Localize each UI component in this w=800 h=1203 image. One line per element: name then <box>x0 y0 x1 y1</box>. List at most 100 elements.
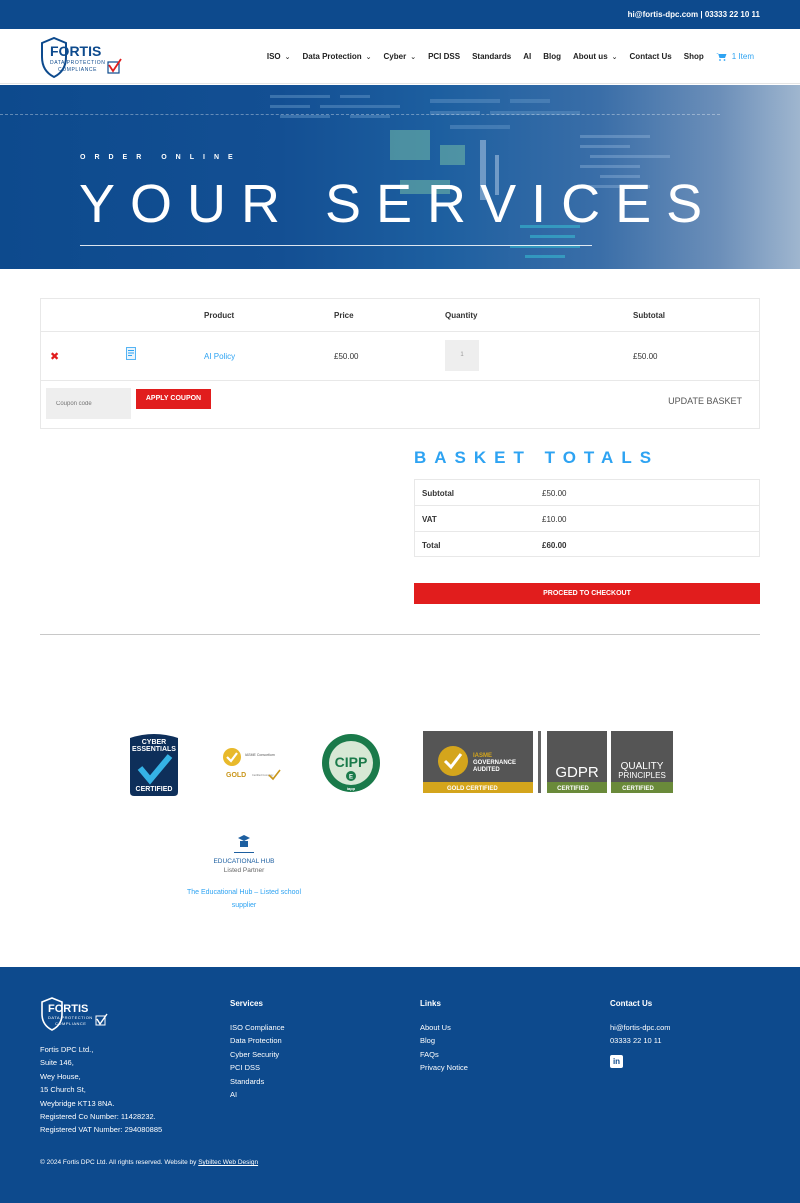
document-thumbnail-icon[interactable] <box>126 347 136 360</box>
footer-email[interactable]: hi@fortis-dpc.com <box>610 1021 671 1034</box>
address-line: 15 Church St, <box>40 1085 86 1095</box>
copyright-text: © 2024 Fortis DPC Ltd. All rights reserv… <box>40 1159 197 1166</box>
footer-link[interactable]: Blog <box>420 1034 468 1047</box>
totals-label: Subtotal <box>422 489 454 498</box>
footer-link[interactable]: Standards <box>230 1075 285 1088</box>
col-subtotal: Subtotal <box>633 311 665 320</box>
address-line: Fortis DPC Ltd., <box>40 1045 94 1054</box>
footer-link[interactable]: Privacy Notice <box>420 1061 468 1074</box>
cipp-sub: E <box>349 775 353 781</box>
address-line: Wey House, <box>40 1071 81 1081</box>
cipp-badge[interactable]: CIPP E iapp <box>320 733 382 793</box>
footer-link[interactable]: AI <box>230 1088 285 1101</box>
cart-icon <box>715 53 727 61</box>
col-price: Price <box>334 311 354 320</box>
educational-hub-link[interactable]: The Educational Hub – Listed school supp… <box>180 886 308 912</box>
chevron-down-icon: ⌄ <box>410 53 417 61</box>
nav-blog[interactable]: Blog <box>543 52 561 61</box>
top-bar: hi@fortis-dpc.com | 03333 22 10 11 <box>0 0 800 29</box>
gdpr-foot: CERTIFIED <box>557 786 589 792</box>
totals-value: £60.00 <box>542 541 567 550</box>
cyber-line2: ESSENTIALS <box>132 746 176 753</box>
footer-fortis-logo[interactable]: FORTIS DATA PROTECTION COMPLIANCE <box>40 997 108 1031</box>
remove-item-icon[interactable]: ✖ <box>50 350 59 363</box>
cart-header-row: Product Price Quantity Subtotal <box>41 299 759 332</box>
credit-link[interactable]: Sybiltec Web Design <box>198 1159 258 1166</box>
totals-row-total: Total £60.00 <box>415 532 759 558</box>
educational-hub-badge[interactable]: EDUCATIONAL HUB Listed Partner <box>204 834 284 878</box>
basket-totals-title: BASKET TOTALS <box>414 448 660 467</box>
footer-contact: Contact Us hi@fortis-dpc.com 03333 22 10… <box>610 999 671 1068</box>
cart-row: ✖ AI Policy £50.00 1 £50.00 <box>41 332 759 381</box>
nav-cart[interactable]: 1 Item <box>715 52 754 61</box>
coupon-code-input[interactable] <box>46 388 131 419</box>
edu-line2: Listed Partner <box>224 867 265 874</box>
nav-cyber[interactable]: Cyber ⌄ <box>384 52 417 61</box>
footer-link[interactable]: FAQs <box>420 1048 468 1061</box>
address-line: Registered Co Number: 11428232. <box>40 1112 156 1122</box>
nav-about-us[interactable]: About us ⌄ <box>573 52 618 61</box>
footer-contact-title: Contact Us <box>610 999 653 1008</box>
footer-services-title: Services <box>230 999 263 1008</box>
logo-name: FORTIS <box>50 43 101 59</box>
row-price: £50.00 <box>334 352 359 361</box>
hero-eyebrow: ORDER ONLINE <box>80 154 242 161</box>
cipp-main: CIPP <box>335 754 368 770</box>
top-contact[interactable]: hi@fortis-dpc.com | 03333 22 10 11 <box>628 10 760 19</box>
footer-links: Links About Us Blog FAQs Privacy Notice <box>420 999 468 1075</box>
iasme-gold: GOLD <box>226 772 246 779</box>
logo-tagline-1: DATA PROTECTION <box>50 60 105 66</box>
nav-pci-dss[interactable]: PCI DSS <box>428 52 460 61</box>
nav-shop[interactable]: Shop <box>684 52 704 61</box>
nav-iso[interactable]: ISO ⌄ <box>267 52 291 61</box>
footer-address: Fortis DPC Ltd., Suite 146, Wey House, 1… <box>40 1043 162 1137</box>
governance-foot: GOLD CERTIFIED <box>447 786 498 792</box>
governance-line3: AUDITED <box>473 767 500 773</box>
footer-link[interactable]: Cyber Security <box>230 1048 285 1061</box>
hero-title: YOUR SERVICES <box>79 174 718 234</box>
nav-data-protection[interactable]: Data Protection ⌄ <box>303 52 372 61</box>
apply-coupon-button[interactable]: APPLY COUPON <box>136 389 211 409</box>
col-product: Product <box>204 311 235 320</box>
footer-links-title: Links <box>420 999 441 1008</box>
hero-underline <box>80 245 592 246</box>
linkedin-icon[interactable]: in <box>610 1054 623 1068</box>
hero-banner: ORDER ONLINE YOUR SERVICES <box>0 85 800 269</box>
logo-tagline-2: COMPLIANCE <box>58 67 97 73</box>
governance-line1: IASME <box>473 753 492 759</box>
footer-phone[interactable]: 03333 22 10 11 <box>610 1034 671 1047</box>
footer-link[interactable]: About Us <box>420 1021 468 1034</box>
footer-link[interactable]: PCI DSS <box>230 1061 285 1074</box>
fortis-logo[interactable]: FORTIS DATA PROTECTION COMPLIANCE <box>40 37 122 79</box>
quantity-input[interactable]: 1 <box>445 340 479 371</box>
iasme-certification-badges[interactable]: IASME GOVERNANCE AUDITED GOLD CERTIFIED … <box>423 731 673 793</box>
update-basket-button[interactable]: UPDATE BASKET <box>668 396 742 406</box>
footer-link[interactable]: ISO Compliance <box>230 1021 285 1034</box>
cyber-essentials-badge[interactable]: CYBER ESSENTIALS CERTIFIED <box>126 732 182 798</box>
totals-label: VAT <box>422 515 437 524</box>
footer-link[interactable]: Data Protection <box>230 1034 285 1047</box>
quality-foot: CERTIFIED <box>622 786 654 792</box>
proceed-to-checkout-button[interactable]: PROCEED TO CHECKOUT <box>414 583 760 604</box>
chevron-down-icon: ⌄ <box>365 53 372 61</box>
edu-line1: EDUCATIONAL HUB <box>213 858 274 865</box>
totals-value: £10.00 <box>542 515 567 524</box>
address-line: Registered VAT Number: 294080885 <box>40 1125 163 1135</box>
footer-logo-tagline-1: DATA PROTECTION <box>48 1015 93 1020</box>
cart-table: Product Price Quantity Subtotal ✖ AI Pol… <box>40 298 760 429</box>
row-subtotal: £50.00 <box>633 352 658 361</box>
hero-dotted-line <box>0 114 720 115</box>
col-quantity: Quantity <box>445 311 478 320</box>
nav-standards[interactable]: Standards <box>472 52 511 61</box>
totals-row-subtotal: Subtotal £50.00 <box>415 480 759 506</box>
cyber-line1: CYBER <box>142 739 167 746</box>
cyber-line3: CERTIFIED <box>136 786 173 793</box>
nav-ai[interactable]: AI <box>523 52 531 61</box>
product-link[interactable]: AI Policy <box>204 352 235 361</box>
section-divider <box>40 634 760 635</box>
iasme-gold-badge[interactable]: IASME Consortium GOLD Certified Company <box>221 746 283 782</box>
copyright: © 2024 Fortis DPC Ltd. All rights reserv… <box>40 1159 258 1166</box>
address-line: Weybridge KT13 8NA. <box>40 1098 115 1108</box>
site-footer: FORTIS DATA PROTECTION COMPLIANCE Fortis… <box>0 967 800 1203</box>
nav-contact-us[interactable]: Contact Us <box>630 52 672 61</box>
